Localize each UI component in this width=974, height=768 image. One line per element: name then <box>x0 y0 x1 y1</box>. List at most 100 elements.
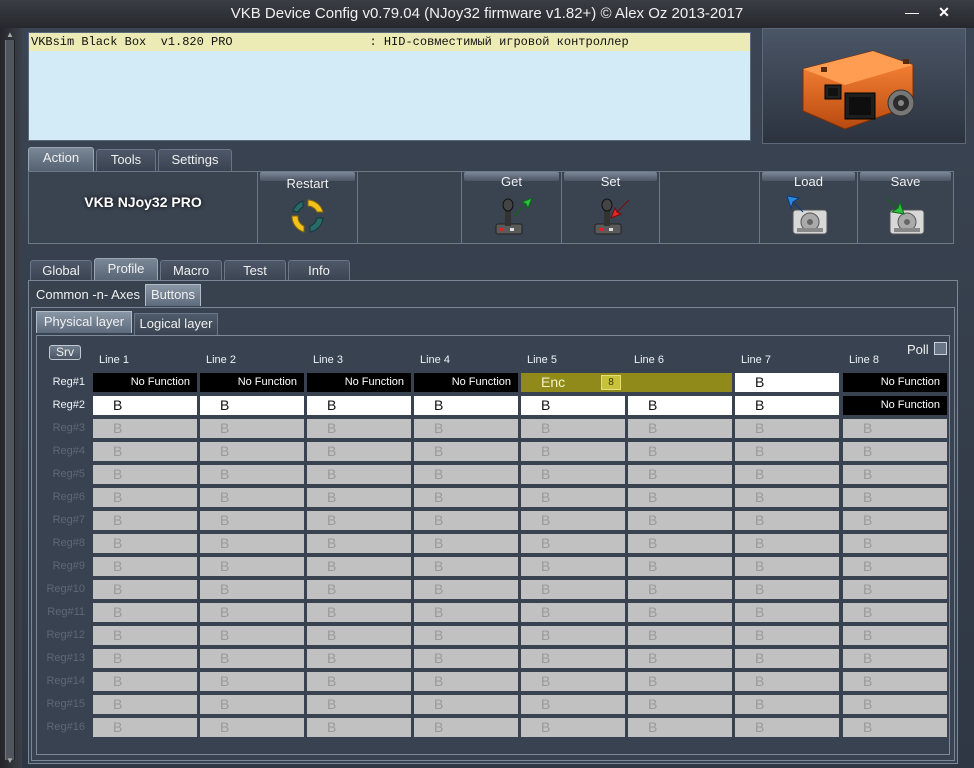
button-cell-inactive[interactable]: B <box>414 419 518 438</box>
button-cell-inactive[interactable]: B <box>843 580 947 599</box>
button-cell-inactive[interactable]: B <box>307 557 411 576</box>
tab-tools[interactable]: Tools <box>96 149 156 171</box>
button-cell-inactive[interactable]: B <box>735 534 839 553</box>
button-cell-inactive[interactable]: B <box>735 626 839 645</box>
restart-button[interactable]: Restart <box>257 172 357 243</box>
button-cell-inactive[interactable]: B <box>521 718 625 737</box>
button-cell-inactive[interactable]: B <box>200 488 304 507</box>
button-cell-inactive[interactable]: B <box>735 672 839 691</box>
button-cell-inactive[interactable]: B <box>843 649 947 668</box>
button-cell-inactive[interactable]: B <box>414 649 518 668</box>
button-cell-assigned[interactable]: B <box>735 373 839 392</box>
button-cell-inactive[interactable]: B <box>521 442 625 461</box>
button-cell-inactive[interactable]: B <box>93 534 197 553</box>
button-cell-inactive[interactable]: B <box>93 649 197 668</box>
button-cell-inactive[interactable]: B <box>521 672 625 691</box>
load-button[interactable]: Load <box>759 172 857 243</box>
button-cell-inactive[interactable]: B <box>200 626 304 645</box>
button-cell-inactive[interactable]: B <box>307 465 411 484</box>
button-cell-inactive[interactable]: B <box>628 534 732 553</box>
button-cell-inactive[interactable]: B <box>628 511 732 530</box>
button-cell-inactive[interactable]: B <box>843 442 947 461</box>
button-cell-inactive[interactable]: B <box>414 603 518 622</box>
button-cell-assigned[interactable]: B <box>521 396 625 415</box>
button-cell-inactive[interactable]: B <box>93 488 197 507</box>
button-cell-assigned[interactable]: B <box>735 396 839 415</box>
scroll-down-icon[interactable]: ▼ <box>4 756 16 766</box>
button-cell-inactive[interactable]: B <box>628 557 732 576</box>
button-cell-inactive[interactable]: B <box>93 695 197 714</box>
button-cell-inactive[interactable]: B <box>628 603 732 622</box>
button-cell-inactive[interactable]: B <box>200 534 304 553</box>
button-cell-inactive[interactable]: B <box>93 442 197 461</box>
button-cell-inactive[interactable]: B <box>307 419 411 438</box>
tab-common-axes[interactable]: Common -n- Axes <box>31 285 145 307</box>
button-cell-inactive[interactable]: B <box>307 442 411 461</box>
button-cell-inactive[interactable]: B <box>414 672 518 691</box>
button-cell-assigned[interactable]: B <box>200 396 304 415</box>
button-cell-inactive[interactable]: B <box>735 511 839 530</box>
button-cell-inactive[interactable]: B <box>843 419 947 438</box>
button-cell-inactive[interactable]: B <box>843 695 947 714</box>
button-cell-inactive[interactable]: B <box>414 465 518 484</box>
button-cell-inactive[interactable]: B <box>200 419 304 438</box>
button-cell-inactive[interactable]: B <box>307 718 411 737</box>
button-cell-inactive[interactable]: B <box>307 603 411 622</box>
button-cell-inactive[interactable]: B <box>735 465 839 484</box>
button-cell-inactive[interactable]: B <box>843 511 947 530</box>
tab-test[interactable]: Test <box>224 260 286 282</box>
button-cell-inactive[interactable]: B <box>307 649 411 668</box>
button-cell-inactive[interactable]: B <box>843 672 947 691</box>
button-cell-inactive[interactable]: B <box>93 626 197 645</box>
button-cell-inactive[interactable]: B <box>200 695 304 714</box>
button-cell-inactive[interactable]: B <box>843 718 947 737</box>
button-cell-inactive[interactable]: B <box>735 718 839 737</box>
button-cell-inactive[interactable]: B <box>521 557 625 576</box>
button-cell-inactive[interactable]: B <box>628 649 732 668</box>
button-cell-inactive[interactable]: B <box>628 488 732 507</box>
button-cell-inactive[interactable]: B <box>414 580 518 599</box>
button-cell-inactive[interactable]: B <box>628 465 732 484</box>
srv-button[interactable]: Srv <box>49 345 81 360</box>
button-cell-inactive[interactable]: B <box>307 626 411 645</box>
button-cell-inactive[interactable]: B <box>200 718 304 737</box>
button-cell-inactive[interactable]: B <box>307 695 411 714</box>
button-cell-inactive[interactable]: B <box>93 419 197 438</box>
button-cell-inactive[interactable]: B <box>93 672 197 691</box>
minimize-button[interactable]: — <box>898 2 926 22</box>
button-cell-inactive[interactable]: B <box>843 534 947 553</box>
button-cell-no-function[interactable]: No Function <box>414 373 518 392</box>
button-cell-inactive[interactable]: B <box>521 488 625 507</box>
button-cell-inactive[interactable]: B <box>200 580 304 599</box>
button-cell-inactive[interactable]: B <box>200 672 304 691</box>
tab-physical-layer[interactable]: Physical layer <box>36 311 132 333</box>
button-cell-no-function[interactable]: No Function <box>843 373 947 392</box>
button-cell-inactive[interactable]: B <box>414 511 518 530</box>
button-cell-inactive[interactable]: B <box>521 626 625 645</box>
button-cell-assigned[interactable]: B <box>414 396 518 415</box>
button-cell-inactive[interactable]: B <box>521 695 625 714</box>
button-cell-inactive[interactable]: B <box>843 488 947 507</box>
button-cell-inactive[interactable]: B <box>843 557 947 576</box>
button-cell-inactive[interactable]: B <box>521 603 625 622</box>
poll-checkbox[interactable] <box>934 342 947 355</box>
button-cell-assigned[interactable]: B <box>628 396 732 415</box>
get-button[interactable]: Get <box>461 172 561 243</box>
button-cell-inactive[interactable]: B <box>628 672 732 691</box>
button-cell-inactive[interactable]: B <box>521 580 625 599</box>
tab-settings[interactable]: Settings <box>158 149 232 171</box>
button-cell-inactive[interactable]: B <box>735 695 839 714</box>
button-cell-inactive[interactable]: B <box>200 442 304 461</box>
button-cell-inactive[interactable]: B <box>200 603 304 622</box>
button-cell-inactive[interactable]: B <box>735 419 839 438</box>
button-cell-no-function[interactable]: No Function <box>93 373 197 392</box>
button-cell-inactive[interactable]: B <box>414 557 518 576</box>
tab-macro[interactable]: Macro <box>160 260 222 282</box>
scroll-track[interactable] <box>5 40 15 760</box>
button-cell-inactive[interactable]: B <box>521 534 625 553</box>
button-cell-inactive[interactable]: B <box>735 649 839 668</box>
button-cell-inactive[interactable]: B <box>307 488 411 507</box>
button-cell-no-function[interactable]: No Function <box>843 396 947 415</box>
button-cell-inactive[interactable]: B <box>628 626 732 645</box>
tab-profile[interactable]: Profile <box>94 258 158 282</box>
